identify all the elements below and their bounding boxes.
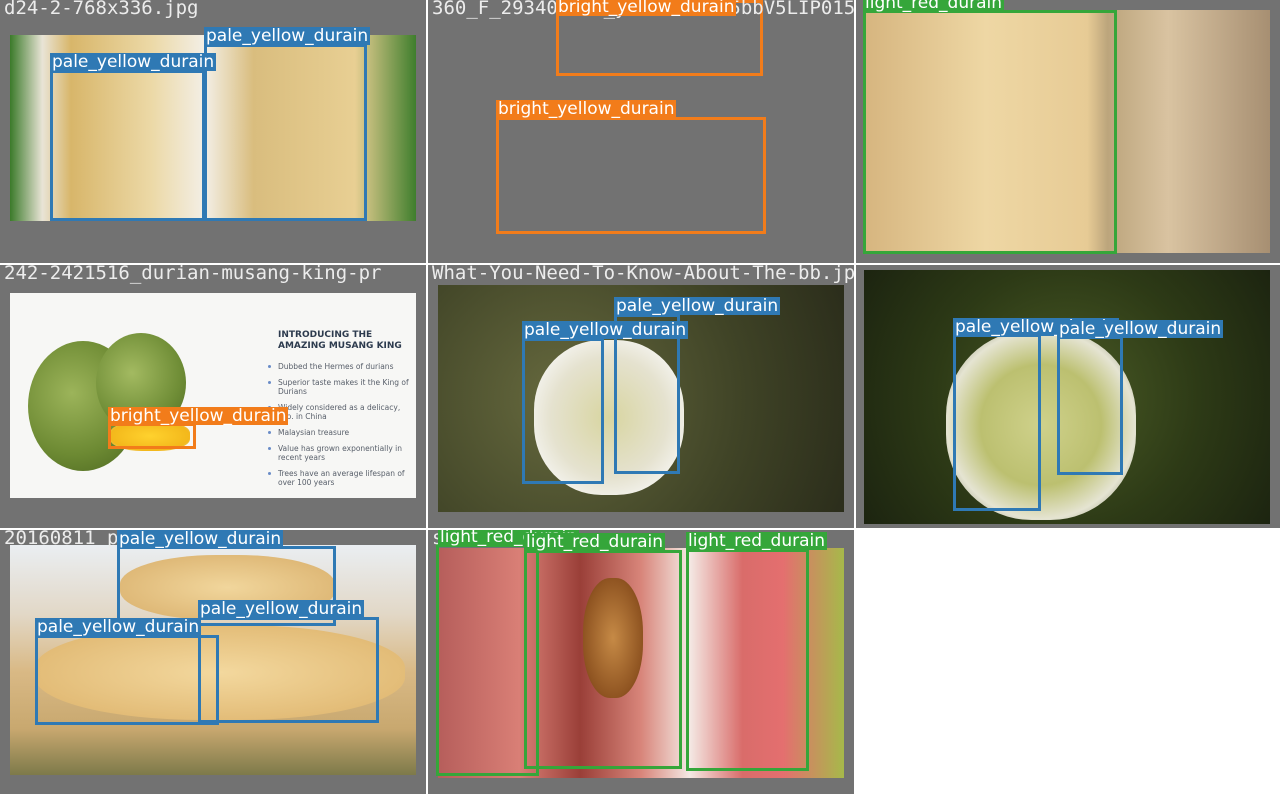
detection-box (686, 549, 809, 771)
slide-bullet: Value has grown exponentially in recent … (268, 444, 416, 462)
mosaic-tile-5: What-You-Need-To-Know-About-The-bb.jpg p… (428, 265, 854, 528)
tile-filename: What-You-Need-To-Know-About-The-bb.jpg (432, 265, 854, 284)
slide-bullet: Widely considered as a delicacy, esp. in… (268, 403, 416, 421)
detection-mosaic: d24-2-768x336.jpg pale_yellow_durain pal… (0, 0, 1280, 794)
slide-bullet: Trees have an average lifespan of over 1… (268, 469, 416, 487)
detection-box (108, 423, 196, 449)
mosaic-tile-2: 360_F_293400620_yellowsJuK5bbV5LIP015518… (428, 0, 854, 263)
detection-label: pale_yellow_durain (50, 52, 217, 72)
detection-label: pale_yellow_durain (1057, 319, 1224, 339)
detection-box (35, 635, 219, 725)
detection-label: pale_yellow_durain (522, 320, 689, 340)
slide-bullets: Dubbed the Hermes of durians Superior ta… (268, 362, 416, 494)
detection-label: bright_yellow_durain (496, 99, 677, 119)
detection-label: pale_yellow_durain (614, 296, 781, 316)
detection-label: pale_yellow_durain (204, 26, 371, 46)
detection-label: light_red_durain (686, 531, 828, 551)
slide-bullet: Malaysian treasure (268, 428, 416, 437)
tile-filename: 242-2421516_durian-musang-king-pr (4, 265, 382, 284)
detection-box (1057, 336, 1123, 475)
detection-box (50, 70, 205, 221)
detection-box (496, 117, 766, 234)
detection-label: pale_yellow_durain (35, 617, 202, 637)
detection-label: bright_yellow_durain (108, 406, 289, 426)
tile-filename: d24-2-768x336.jpg (4, 0, 199, 19)
mosaic-tile-1: d24-2-768x336.jpg pale_yellow_durain pal… (0, 0, 426, 263)
mosaic-tile-8: s light_red_durain light_red_durain ligh… (428, 530, 854, 794)
detection-label: pale_yellow_durain (117, 530, 284, 549)
mosaic-tile-7: 20160811_pale pale_yellow_durain pale_ye… (0, 530, 426, 794)
product-slide: INTRODUCING THE AMAZING MUSANG KING Dubb… (10, 293, 416, 498)
detection-label: light_red_durain (863, 0, 1005, 12)
slide-bullet: Superior taste makes it the King of Duri… (268, 378, 416, 396)
detection-box (198, 617, 379, 723)
detection-box (863, 10, 1117, 254)
slide-heading: INTRODUCING THE AMAZING MUSANG KING (278, 330, 402, 351)
detection-box (204, 44, 367, 221)
mosaic-tile-6: pale_yellow_durain pale_yellow_durain (856, 265, 1280, 528)
mosaic-tile-3: light_red_durain (856, 0, 1280, 263)
slide-bullet: Dubbed the Hermes of durians (268, 362, 416, 371)
detection-box (522, 338, 604, 484)
detection-box (953, 334, 1041, 511)
mosaic-tile-4: INTRODUCING THE AMAZING MUSANG KING Dubb… (0, 265, 426, 528)
detection-label: pale_yellow_durain (198, 599, 365, 619)
detection-label: bright_yellow_durain (556, 0, 737, 17)
detection-box (524, 550, 682, 769)
detection-label: light_red_durain (524, 532, 666, 552)
